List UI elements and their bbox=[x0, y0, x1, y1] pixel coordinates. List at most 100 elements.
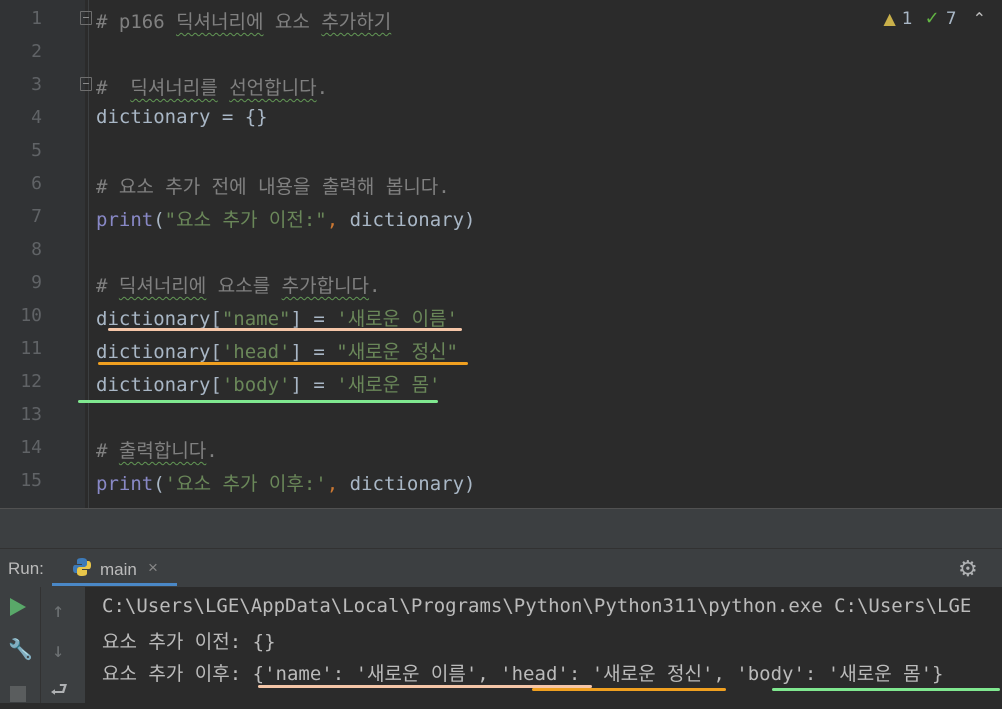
console-line: 요소 추가 이후: {'name': '새로운 이름', 'head': '새로… bbox=[102, 663, 944, 685]
code-text: # 딕셔너리에 요소를 추가합니다. bbox=[96, 271, 380, 298]
code-token: 딕셔너리를 bbox=[130, 77, 218, 99]
console-output[interactable]: C:\Users\LGE\AppData\Local\Programs\Pyth… bbox=[86, 587, 1002, 703]
line-number: 14 bbox=[20, 437, 42, 458]
line-number: 15 bbox=[20, 470, 42, 491]
console-line: C:\Users\LGE\AppData\Local\Programs\Pyth… bbox=[102, 595, 972, 617]
run-label: Run: bbox=[8, 559, 44, 578]
code-line[interactable]: 3 # 딕셔너리를 선언합니다. bbox=[0, 68, 1002, 101]
code-token: ] = bbox=[290, 341, 337, 363]
code-text: print('요소 추가 이후:', dictionary) bbox=[96, 469, 475, 496]
code-text: dictionary['head'] = "새로운 정신" bbox=[96, 337, 458, 364]
code-line[interactable]: 7 print("요소 추가 이전:", dictionary) bbox=[0, 200, 1002, 233]
code-token: ] = bbox=[290, 308, 337, 330]
code-token: dictionary[ bbox=[96, 308, 222, 330]
line-number: 2 bbox=[31, 41, 42, 62]
warning-icon[interactable]: ▲ bbox=[884, 9, 896, 28]
toolbar-divider bbox=[40, 587, 41, 703]
line-number: 3 bbox=[31, 74, 42, 95]
line-number: 8 bbox=[31, 239, 42, 260]
typo-check-icon[interactable]: ✓ bbox=[925, 8, 940, 29]
code-line[interactable]: 1 # p166 딕셔너리에 요소 추가하기 bbox=[0, 2, 1002, 35]
code-token: '새로운 이름' bbox=[336, 308, 458, 330]
code-token: 출력합니다 bbox=[118, 440, 207, 462]
console-line: 요소 추가 이전: {} bbox=[102, 631, 276, 653]
code-text: # 딕셔너리를 선언합니다. bbox=[96, 73, 328, 100]
line-number: 4 bbox=[31, 107, 42, 128]
code-text: # 출력합니다. bbox=[96, 436, 218, 463]
code-token: 딕셔너리에 bbox=[176, 11, 264, 33]
code-line[interactable]: 12 dictionary['body'] = '새로운 몸' bbox=[0, 365, 1002, 398]
code-line[interactable]: 14 # 출력합니다. bbox=[0, 431, 1002, 464]
fold-icon[interactable] bbox=[80, 11, 92, 25]
annotation-underline-head bbox=[98, 362, 468, 365]
code-token: # bbox=[96, 275, 119, 297]
rerun-icon[interactable] bbox=[10, 598, 26, 616]
code-line[interactable]: 2 bbox=[0, 35, 1002, 68]
run-tab-main[interactable]: main × bbox=[52, 549, 177, 587]
code-token: "새로운 정신" bbox=[336, 341, 458, 363]
code-line[interactable]: 15 print('요소 추가 이후:', dictionary) bbox=[0, 464, 1002, 497]
code-line[interactable]: 11 dictionary['head'] = "새로운 정신" bbox=[0, 332, 1002, 365]
annotation-underline-out-body bbox=[772, 688, 1000, 691]
code-token: 요소를 bbox=[206, 275, 282, 297]
code-token: 선언합니다 bbox=[229, 77, 317, 99]
code-token: dictionary) bbox=[349, 209, 476, 231]
typo-count: 7 bbox=[945, 8, 957, 29]
code-text: print("요소 추가 이전:", dictionary) bbox=[96, 205, 475, 232]
fold-icon[interactable] bbox=[80, 77, 92, 91]
gear-icon[interactable]: ⚙ bbox=[958, 556, 978, 582]
wrench-icon[interactable]: 🔧 bbox=[8, 637, 33, 661]
code-token: '요소 추가 이후:' bbox=[164, 473, 327, 495]
annotation-underline-name bbox=[108, 328, 462, 331]
warning-count: 1 bbox=[901, 8, 913, 29]
code-token: "name" bbox=[221, 308, 291, 330]
code-line[interactable]: 4 dictionary = {} bbox=[0, 101, 1002, 134]
code-token: ( bbox=[153, 473, 165, 495]
code-editor[interactable]: 1 # p166 딕셔너리에 요소 추가하기 2 3 # 딕셔너리를 선언합니다. 4 di… bbox=[0, 0, 1002, 508]
line-number: 5 bbox=[31, 140, 42, 161]
code-text: dictionary["name"] = '새로운 이름' bbox=[96, 304, 458, 331]
code-line[interactable]: 9 # 딕셔너리에 요소를 추가합니다. bbox=[0, 266, 1002, 299]
code-token: 요소 bbox=[263, 11, 322, 33]
annotation-underline-out-head bbox=[532, 688, 726, 691]
code-line[interactable]: 5 bbox=[0, 134, 1002, 167]
code-token: 'head' bbox=[221, 341, 291, 363]
code-token: # 요소 추가 전에 내용을 출력해 봅니다. bbox=[96, 176, 450, 198]
arrow-down-icon[interactable]: ↓ bbox=[52, 638, 64, 662]
code-token: . bbox=[316, 77, 329, 99]
chevron-up-icon[interactable]: ⌃ bbox=[973, 9, 986, 28]
code-token: 추가합니다 bbox=[281, 275, 370, 297]
soft-wrap-icon[interactable]: ⮐ bbox=[50, 675, 68, 709]
code-text: # 요소 추가 전에 내용을 출력해 봅니다. bbox=[96, 172, 450, 199]
arrow-up-icon[interactable]: ↑ bbox=[52, 598, 64, 622]
close-icon[interactable]: × bbox=[148, 558, 158, 578]
code-token: dictionary[ bbox=[96, 374, 222, 396]
code-token: 추가하기 bbox=[321, 11, 392, 33]
code-token: ] = bbox=[290, 374, 337, 396]
line-number: 1 bbox=[31, 8, 42, 29]
code-text: # p166 딕셔너리에 요소 추가하기 bbox=[96, 7, 391, 34]
code-token: # p166 bbox=[96, 11, 177, 33]
code-token: dictionary = {} bbox=[96, 106, 268, 128]
annotation-underline-body bbox=[78, 400, 438, 403]
code-token: dictionary[ bbox=[96, 341, 222, 363]
line-number: 9 bbox=[31, 272, 42, 293]
code-token: # bbox=[96, 440, 119, 462]
run-panel-header: Run: main × ⚙ bbox=[0, 548, 1002, 587]
code-token: , bbox=[326, 473, 350, 495]
editor-run-splitter[interactable] bbox=[0, 508, 1002, 548]
code-line[interactable]: 6 # 요소 추가 전에 내용을 출력해 봅니다. bbox=[0, 167, 1002, 200]
code-token: . bbox=[369, 275, 381, 297]
stop-icon[interactable] bbox=[10, 686, 26, 702]
code-token: 딕셔너리에 bbox=[118, 275, 207, 297]
code-token: dictionary) bbox=[349, 473, 476, 495]
line-number: 10 bbox=[20, 305, 42, 326]
line-number: 7 bbox=[31, 206, 42, 227]
code-token: ( bbox=[153, 209, 165, 231]
code-token: print bbox=[96, 473, 154, 495]
inspection-widget[interactable]: ▲ 1 ✓ 7 ⌃ bbox=[884, 8, 986, 29]
code-token: 'body' bbox=[221, 374, 291, 396]
code-token: '새로운 몸' bbox=[336, 374, 441, 396]
code-line[interactable]: 8 bbox=[0, 233, 1002, 266]
